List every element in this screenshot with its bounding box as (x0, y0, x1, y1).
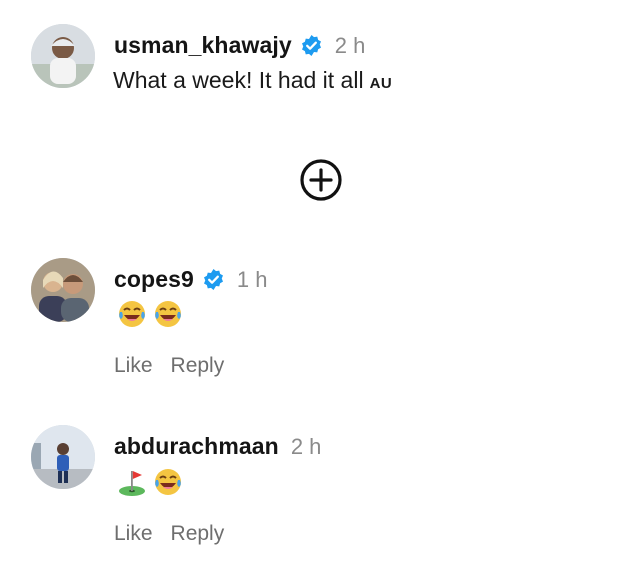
post-caption-text: What a week! It had it all (113, 67, 364, 93)
comment-username[interactable]: copes9 (114, 266, 194, 293)
comment-actions: Like Reply (114, 354, 224, 378)
comment-emojis (116, 466, 184, 498)
comment-header: abdurachmaan 2 h (114, 433, 321, 460)
reply-button[interactable]: Reply (171, 522, 225, 546)
comment-avatar-abdurachmaan[interactable] (31, 425, 95, 489)
comment-actions: Like Reply (114, 522, 224, 546)
comment-time: 2 h (290, 433, 322, 459)
post-flag-text: AU (369, 75, 393, 92)
golf-flag-emoji (119, 471, 145, 496)
avatar-image (31, 425, 95, 489)
comment-username[interactable]: abdurachmaan (114, 433, 279, 460)
post-time: 2 h (334, 32, 366, 58)
comment-emojis (116, 298, 184, 330)
avatar-image (31, 258, 95, 322)
reply-button[interactable]: Reply (171, 354, 225, 378)
like-button[interactable]: Like (114, 354, 153, 378)
verified-badge-icon (301, 34, 321, 57)
post-header: usman_khawajy 2 h (114, 32, 365, 59)
avatar-image (31, 24, 95, 88)
verified-badge-icon (203, 268, 223, 291)
comment-header: copes9 1 h (114, 266, 267, 293)
comment-avatar-copes9[interactable] (31, 258, 95, 322)
laughing-tears-emoji (119, 301, 145, 327)
laughing-tears-emoji (155, 301, 181, 327)
comment-time: 1 h (236, 266, 268, 292)
like-button[interactable]: Like (114, 522, 153, 546)
post-username[interactable]: usman_khawajy (114, 32, 292, 59)
laughing-tears-emoji (155, 469, 181, 495)
post-caption: What a week! It had it all AU (113, 67, 392, 94)
post-avatar[interactable] (31, 24, 95, 88)
plus-circle-icon[interactable] (297, 156, 345, 204)
